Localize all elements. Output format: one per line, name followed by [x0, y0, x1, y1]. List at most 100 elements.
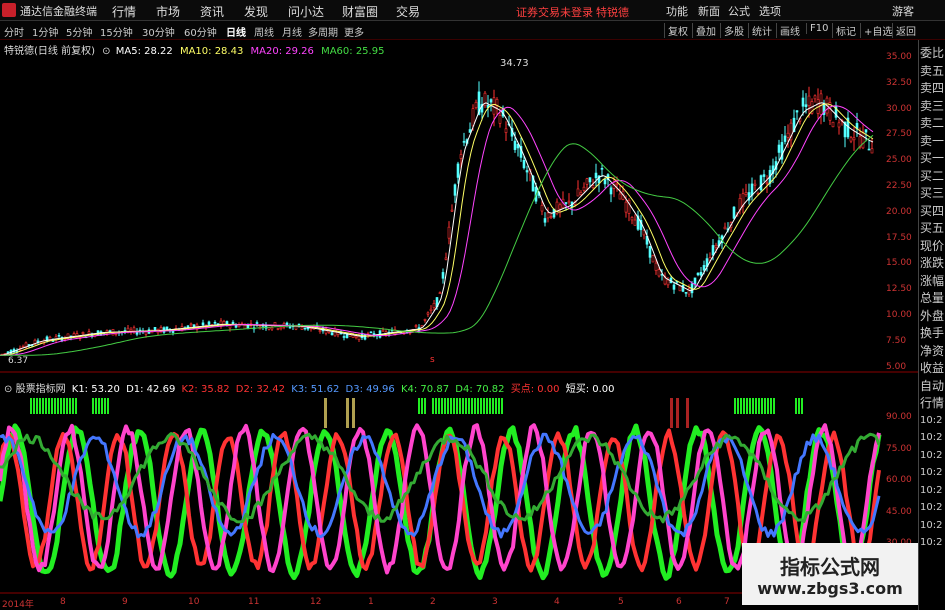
buy-signal-bar	[101, 398, 103, 414]
s-marker: s	[430, 355, 435, 365]
candle-body	[804, 104, 808, 108]
period-5min[interactable]: 5分钟	[66, 24, 92, 39]
buy-signal-bar	[33, 398, 35, 414]
menu-xuanxiang[interactable]: 选项	[759, 3, 781, 19]
title-bar: 通达信金融终端 行情 市场 资讯 发现 问小达 财富圈 交易 证券交易未登录 特…	[0, 0, 945, 21]
menu-zixun[interactable]: 资讯	[200, 3, 224, 20]
candle-body	[297, 323, 301, 326]
buy-signal-bar	[486, 398, 488, 414]
buy-signal-bar	[432, 398, 434, 414]
candlestick-chart[interactable]	[0, 52, 918, 374]
menu-xinmian[interactable]: 新面	[698, 3, 720, 19]
btn-fanhui[interactable]: 返回	[892, 23, 916, 38]
candle-body	[201, 322, 205, 326]
buy-signal-bar	[42, 398, 44, 414]
buy-signal-bar	[492, 398, 494, 414]
buy-signal-bar	[60, 398, 62, 414]
candle-body	[702, 265, 706, 271]
period-monthly[interactable]: 月线	[282, 24, 302, 39]
menu-gongneng[interactable]: 功能	[666, 3, 688, 19]
quote-label: 现价	[920, 238, 945, 253]
quote-label: 卖五	[920, 63, 945, 78]
menu-jiaoyi[interactable]: 交易	[396, 3, 420, 20]
date-tick: 2014年	[2, 600, 34, 610]
ma-line-3	[0, 134, 874, 356]
period-30min[interactable]: 30分钟	[142, 24, 175, 39]
buy-signal-bar	[421, 398, 423, 414]
price-tick: 17.50	[886, 232, 912, 243]
menu-youke[interactable]: 游客	[892, 3, 914, 19]
period-15min[interactable]: 15分钟	[100, 24, 133, 39]
buy-signal-bar	[761, 398, 763, 414]
candle-body	[786, 132, 790, 138]
period-60min[interactable]: 60分钟	[184, 24, 217, 39]
quote-label: 委比	[920, 46, 945, 60]
buy-signal-bar	[69, 398, 71, 414]
quote-label: 买四	[920, 203, 945, 218]
buy-signal-bar	[468, 398, 470, 414]
menu-faxian[interactable]: 发现	[244, 3, 268, 20]
candle-body	[753, 183, 757, 186]
buy-signal-bar	[746, 398, 748, 414]
candle-body	[564, 202, 568, 204]
btn-tongji[interactable]: 统计	[748, 23, 772, 38]
buy-signal-bar	[98, 398, 100, 414]
candle-body	[867, 148, 871, 151]
menu-caifuquan[interactable]: 财富圈	[342, 3, 378, 20]
candle-body	[462, 141, 466, 143]
candle-body	[132, 327, 136, 332]
candle-body	[81, 332, 85, 335]
menu-gongshi[interactable]: 公式	[728, 3, 750, 19]
candle-body	[864, 129, 868, 133]
quote-label: 卖二	[920, 116, 945, 130]
candle-body	[165, 326, 169, 330]
period-multi[interactable]: 多周期	[308, 24, 338, 39]
candle-body	[330, 332, 334, 336]
menu-shichang[interactable]: 市场	[156, 3, 180, 20]
candle-body	[819, 93, 823, 115]
candle-body	[276, 328, 280, 330]
candle-body	[267, 327, 271, 330]
quote-label: 买五	[920, 221, 945, 235]
quote-label: 10:2	[920, 519, 943, 531]
period-fenshi[interactable]: 分时	[4, 24, 24, 39]
btn-duogu[interactable]: 多股	[720, 23, 744, 38]
price-tick: 30.00	[886, 103, 912, 114]
candle-body	[765, 182, 769, 185]
period-daily[interactable]: 日线	[226, 24, 246, 39]
btn-fuquan[interactable]: 复权	[664, 23, 688, 38]
btn-f10[interactable]: F10	[806, 23, 828, 34]
btn-zixuan[interactable]: +自选	[860, 23, 892, 38]
buy-signal-bar	[755, 398, 757, 414]
candle-body	[783, 135, 787, 142]
buy-signal-bar	[498, 398, 500, 414]
date-tick: 2	[430, 597, 436, 607]
candle-body	[618, 193, 622, 200]
btn-diejia[interactable]: 叠加	[692, 23, 716, 38]
menu-hangqing[interactable]: 行情	[112, 3, 136, 20]
quote-label: 10:2	[920, 484, 943, 496]
quote-label: 涨幅	[920, 273, 945, 288]
candle-body	[270, 327, 274, 330]
candle-body	[588, 177, 592, 183]
buy-signal-bar	[45, 398, 47, 414]
menu-wenxiaoda[interactable]: 问小达	[288, 3, 324, 20]
btn-huaxian[interactable]: 画线	[776, 23, 800, 38]
btn-biaoji[interactable]: 标记	[832, 23, 856, 38]
buy-signal-bar	[764, 398, 766, 414]
period-weekly[interactable]: 周线	[254, 24, 274, 39]
quote-label: 10:2	[920, 467, 943, 478]
buy-signal-bar	[495, 398, 497, 414]
candle-body	[657, 269, 661, 277]
period-1min[interactable]: 1分钟	[32, 24, 58, 39]
login-warning[interactable]: 证券交易未登录	[516, 4, 593, 20]
candle-body	[795, 110, 799, 113]
date-tick: 5	[618, 597, 624, 607]
watermark-url: www.zbgs3.com	[757, 579, 903, 598]
ma-line-1	[0, 103, 874, 356]
candle-body	[525, 170, 529, 173]
period-more[interactable]: 更多	[344, 24, 364, 39]
price-tick: 35.00	[886, 52, 912, 62]
indicator-tick: 60.00	[886, 475, 912, 485]
candle-body	[870, 148, 874, 154]
